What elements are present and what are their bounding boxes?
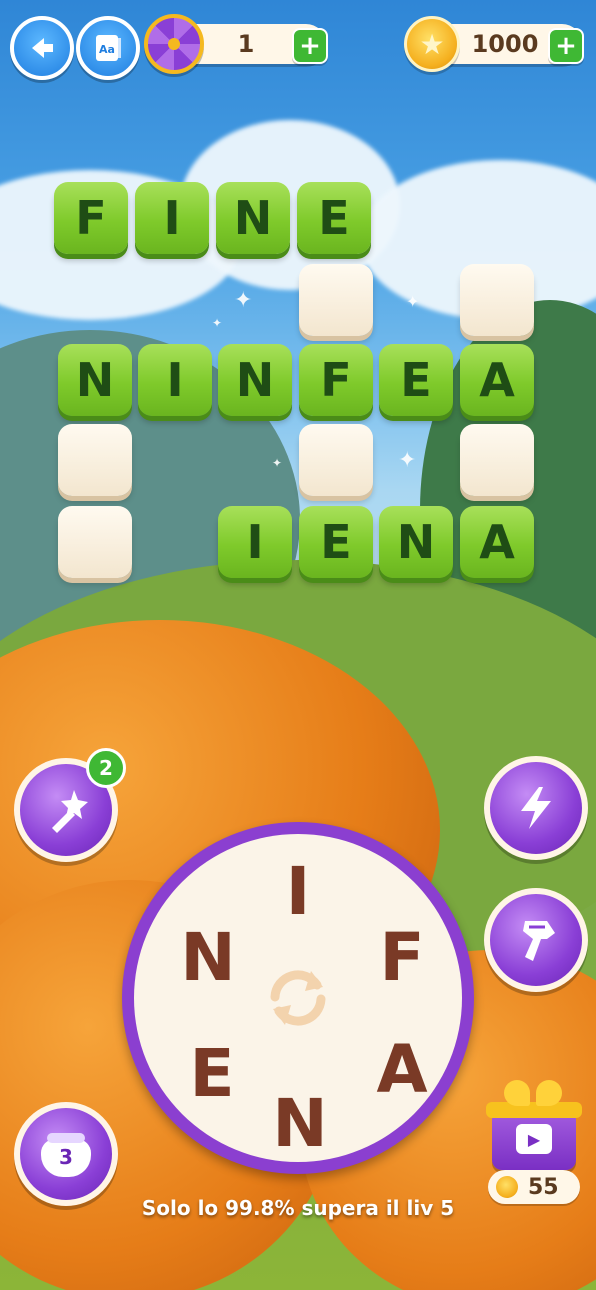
- wheel-letter[interactable]: A: [370, 1031, 434, 1108]
- pot-button[interactable]: 3: [14, 1102, 118, 1206]
- svg-text:Aa: Aa: [99, 43, 115, 56]
- empty-tile: [299, 424, 373, 496]
- letter-tile: E: [379, 344, 453, 416]
- empty-tile: [58, 424, 132, 496]
- video-gift-button[interactable]: ▶: [486, 1080, 582, 1170]
- letter-tile: N: [216, 182, 290, 254]
- lightning-icon: [521, 787, 551, 829]
- wheel-letter[interactable]: I: [266, 853, 330, 930]
- video-play-icon: ▶: [516, 1124, 552, 1154]
- magic-wand-icon: [52, 790, 88, 833]
- sparkle-icon: ✦: [406, 292, 420, 311]
- wheel-letter[interactable]: E: [180, 1035, 244, 1112]
- letter-tile: E: [299, 506, 373, 578]
- coin-count: 1000: [471, 30, 539, 58]
- letter-tile: I: [218, 506, 292, 578]
- hammer-button[interactable]: [484, 888, 588, 992]
- add-spin-button[interactable]: +: [292, 28, 328, 64]
- spin-count: 1: [237, 30, 255, 58]
- add-coins-button[interactable]: +: [548, 28, 584, 64]
- letter-tile: N: [218, 344, 292, 416]
- empty-tile: [460, 424, 534, 496]
- sparkle-icon: ✦: [212, 316, 223, 330]
- empty-tile: [460, 264, 534, 336]
- gift-bow: [536, 1080, 562, 1106]
- letter-tile: I: [135, 182, 209, 254]
- letter-tile: F: [54, 182, 128, 254]
- sparkle-icon: ✦: [272, 456, 283, 470]
- letter-wheel[interactable]: I F A N E N: [122, 822, 474, 1174]
- hint-count-badge: 2: [86, 748, 126, 788]
- sparkle-icon: ✦: [234, 288, 253, 313]
- letter-tile: F: [299, 344, 373, 416]
- dictionary-icon: Aa: [96, 35, 121, 61]
- prize-wheel-icon[interactable]: [144, 14, 204, 74]
- wheel-letter[interactable]: F: [370, 919, 434, 996]
- lightning-button[interactable]: [484, 756, 588, 860]
- shuffle-icon: [270, 970, 326, 1026]
- progress-text: Solo lo 99.8% supera il liv 5: [141, 1196, 455, 1220]
- sparkle-icon: ✦: [398, 448, 417, 473]
- letter-tile: A: [460, 506, 534, 578]
- empty-tile: [58, 506, 132, 578]
- letter-tile: I: [138, 344, 212, 416]
- letter-wheel-inner: I F A N E N: [134, 834, 462, 1162]
- back-arrow-icon: [32, 38, 53, 58]
- hammer-icon: [523, 921, 555, 961]
- pot-count: 3: [59, 1145, 73, 1169]
- gold-coin-icon: ★: [404, 16, 460, 72]
- pot-icon: 3: [39, 1131, 93, 1177]
- letter-tile: N: [379, 506, 453, 578]
- gift-bow: [504, 1080, 530, 1106]
- empty-tile: [299, 264, 373, 336]
- wheel-letter[interactable]: N: [268, 1085, 332, 1162]
- back-button[interactable]: [10, 16, 74, 80]
- dictionary-button[interactable]: Aa: [76, 16, 140, 80]
- letter-tile: A: [460, 344, 534, 416]
- wheel-letter[interactable]: N: [176, 919, 240, 996]
- letter-tile: E: [297, 182, 371, 254]
- shuffle-button[interactable]: [258, 958, 338, 1038]
- gift-ribbon: [486, 1102, 582, 1118]
- gold-coin-icon: [496, 1176, 518, 1198]
- letter-tile: N: [58, 344, 132, 416]
